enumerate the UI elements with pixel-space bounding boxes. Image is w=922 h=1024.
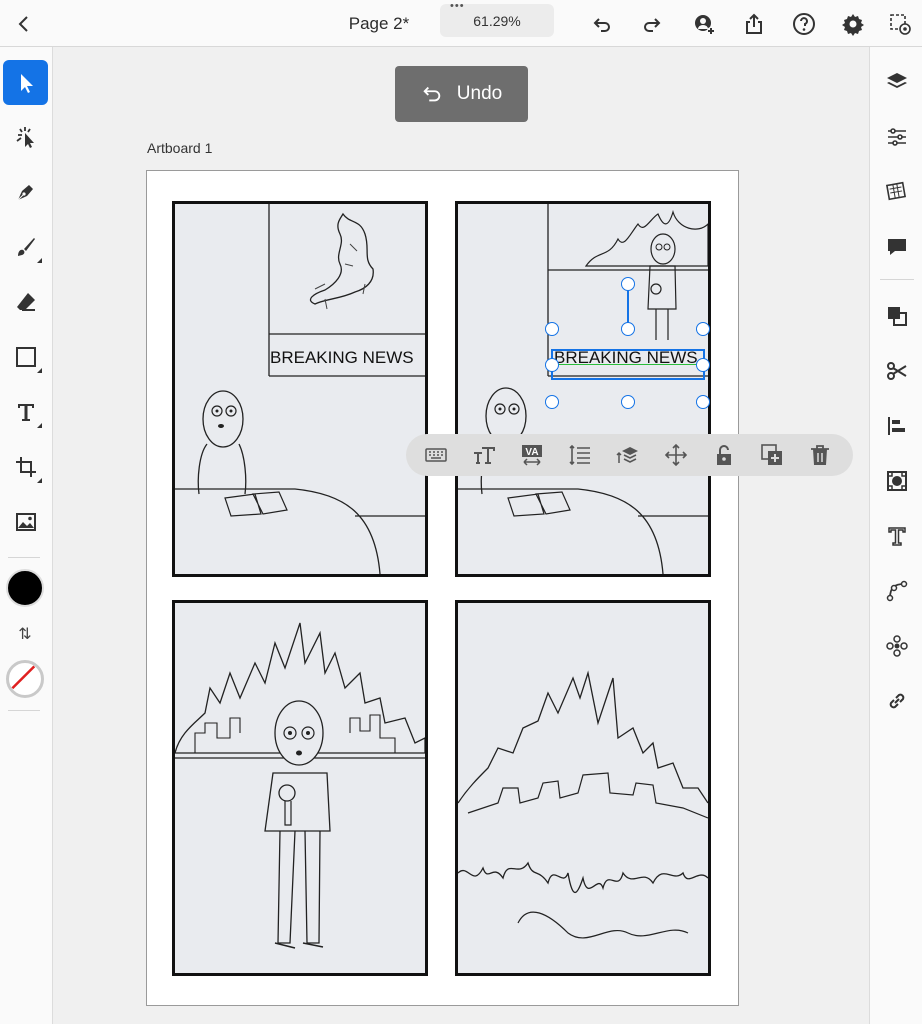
arrange-layers-icon[interactable] bbox=[614, 441, 642, 469]
context-toolbar: VA bbox=[406, 434, 853, 476]
invite-icon[interactable] bbox=[686, 0, 722, 47]
comic-panel-3[interactable] bbox=[172, 600, 428, 976]
top-bar: Page 2* 61.29% ••• bbox=[0, 0, 922, 47]
share-icon[interactable] bbox=[736, 0, 772, 47]
reporter-drawing bbox=[647, 233, 677, 340]
text-baseline bbox=[556, 364, 698, 365]
pen-tool-icon[interactable] bbox=[3, 169, 48, 214]
resize-handle-top[interactable] bbox=[621, 322, 635, 336]
link-icon[interactable] bbox=[879, 683, 915, 719]
align-icon[interactable] bbox=[879, 408, 915, 444]
comic-panel-4[interactable] bbox=[455, 600, 711, 976]
zoom-handle-icon: ••• bbox=[450, 0, 465, 12]
libraries-ruler-icon[interactable] bbox=[879, 174, 915, 210]
resize-handle-left[interactable] bbox=[545, 358, 559, 372]
select-tool-icon[interactable] bbox=[3, 60, 48, 105]
resize-handle-bottom[interactable] bbox=[621, 395, 635, 409]
swap-colors-icon[interactable]: ⇅ bbox=[14, 624, 36, 643]
settings-gear-icon[interactable] bbox=[835, 0, 871, 47]
undo-toast-button[interactable]: Undo bbox=[395, 66, 528, 122]
comic-panel-2[interactable]: BREAKING NEWS bbox=[455, 201, 711, 577]
document-title[interactable]: Page 2* bbox=[346, 0, 412, 47]
resize-handle-top-right[interactable] bbox=[696, 322, 710, 336]
toolbar-divider bbox=[8, 710, 40, 711]
line-spacing-icon[interactable] bbox=[566, 441, 594, 469]
unlock-icon[interactable] bbox=[710, 441, 738, 469]
undo-icon[interactable] bbox=[584, 0, 620, 47]
text-frame-icon[interactable] bbox=[879, 518, 915, 554]
resize-handle-top-left[interactable] bbox=[545, 322, 559, 336]
resize-handle-right[interactable] bbox=[696, 358, 710, 372]
layers-icon[interactable] bbox=[879, 64, 915, 100]
path-edit-icon[interactable] bbox=[879, 573, 915, 609]
right-panel-bar bbox=[869, 47, 922, 1024]
arrange-icon[interactable] bbox=[879, 298, 915, 334]
character-spacing-icon[interactable]: VA bbox=[518, 441, 546, 469]
delete-trash-icon[interactable] bbox=[806, 441, 834, 469]
artboard-label: Artboard 1 bbox=[147, 140, 213, 156]
text-size-icon[interactable] bbox=[470, 441, 498, 469]
eraser-tool-icon[interactable] bbox=[3, 279, 48, 324]
panel-divider bbox=[880, 279, 914, 280]
reporter-with-mic-drawing bbox=[264, 700, 331, 949]
fill-color-swatch[interactable] bbox=[6, 569, 44, 607]
rectangle-tool-icon[interactable] bbox=[3, 334, 48, 379]
repeat-grid-icon[interactable] bbox=[879, 463, 915, 499]
plugins-flower-icon[interactable] bbox=[879, 628, 915, 664]
properties-sliders-icon[interactable] bbox=[879, 119, 915, 155]
svg-text:VA: VA bbox=[525, 447, 538, 458]
help-icon[interactable] bbox=[786, 0, 822, 47]
undo-toast-label: Undo bbox=[456, 83, 503, 104]
left-toolbar: ⇅ bbox=[0, 47, 53, 1024]
redo-icon[interactable] bbox=[634, 0, 670, 47]
anchor-woman-drawing bbox=[197, 390, 247, 495]
toolbar-divider bbox=[8, 557, 40, 558]
resize-handle-bottom-left[interactable] bbox=[545, 395, 559, 409]
magic-wand-tool-icon[interactable] bbox=[3, 114, 48, 159]
stroke-color-swatch[interactable] bbox=[6, 660, 44, 698]
scissors-icon[interactable] bbox=[879, 353, 915, 389]
type-tool-icon[interactable] bbox=[3, 389, 48, 434]
keyboard-icon[interactable] bbox=[422, 441, 450, 469]
back-chevron-icon[interactable] bbox=[6, 0, 42, 47]
breaking-news-text: BREAKING NEWS bbox=[270, 348, 414, 367]
preview-icon[interactable] bbox=[882, 0, 918, 47]
comic-panel-1[interactable]: BREAKING NEWS bbox=[172, 201, 428, 577]
image-tool-icon[interactable] bbox=[3, 499, 48, 544]
crop-tool-icon[interactable] bbox=[3, 444, 48, 489]
rotation-handle[interactable] bbox=[621, 277, 635, 291]
rotation-handle-line bbox=[627, 289, 629, 325]
resize-handle-bottom-right[interactable] bbox=[696, 395, 710, 409]
move-icon[interactable] bbox=[662, 441, 690, 469]
comments-icon[interactable] bbox=[879, 229, 915, 265]
duplicate-icon[interactable] bbox=[758, 441, 786, 469]
brush-tool-icon[interactable] bbox=[3, 224, 48, 269]
undo-arrow-icon bbox=[423, 86, 440, 102]
